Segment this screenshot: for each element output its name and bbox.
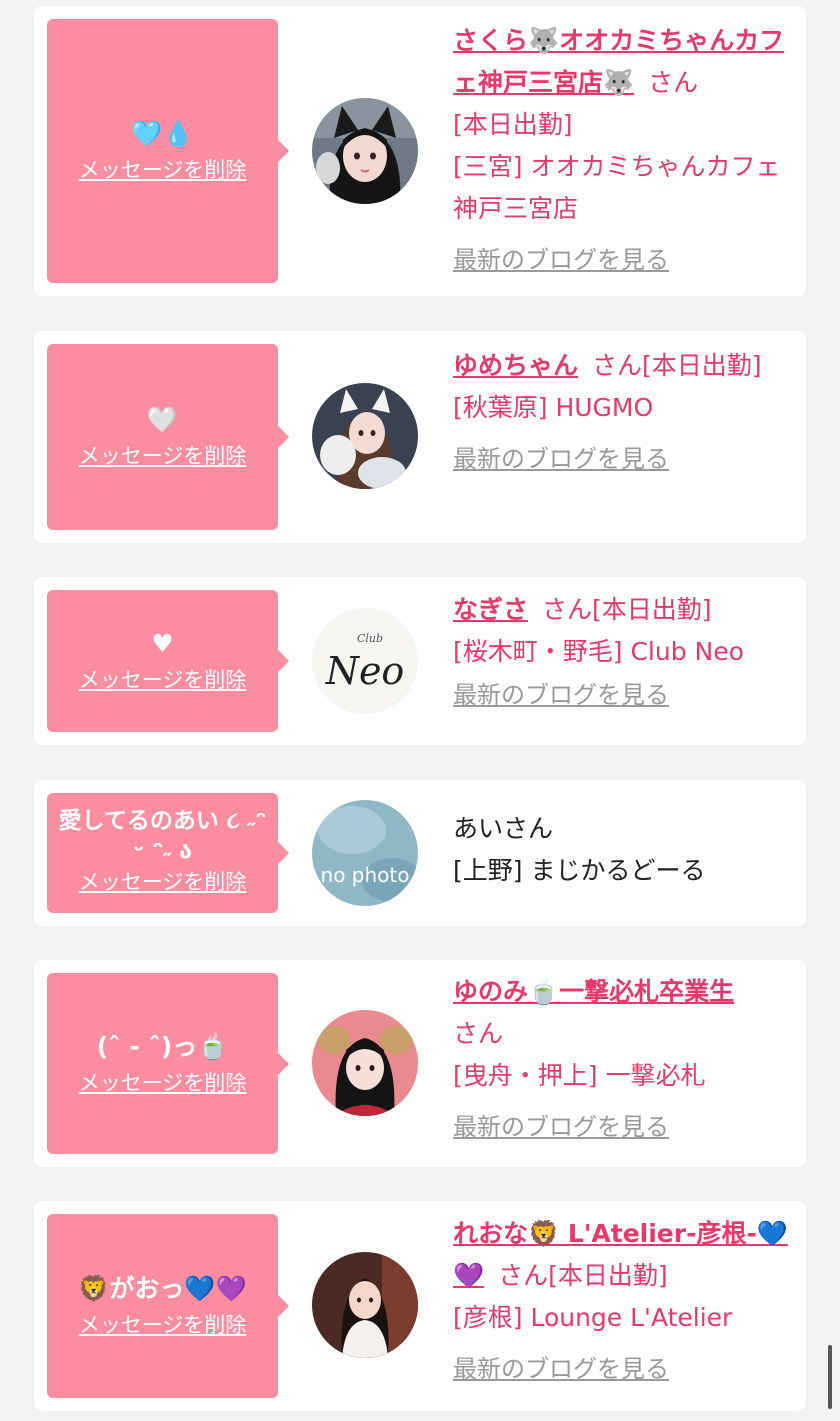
san-suffix: さん (503, 814, 554, 843)
cast-info: なぎさ さん[本日出勤] [桜木町・野毛] Club Neo 最新のブログを見る (453, 589, 798, 711)
avatar[interactable] (312, 1252, 418, 1358)
shop-label: [上野] まじかるどーる (453, 856, 706, 885)
delete-message-button[interactable]: メッセージを削除 (79, 156, 247, 184)
list-item: 🦁がおっ💙💜 メッセージを削除 れおな🦁 L'Atelier-彦根-💙💜 さん[本… (34, 1201, 806, 1411)
neo-text: Neo (325, 649, 405, 693)
shop-label: [彦根] Lounge L'Atelier (453, 1303, 733, 1332)
delete-message-button[interactable]: メッセージを削除 (79, 1311, 247, 1339)
list-item: 🩵💧 メッセージを削除 さくら🐺オオカミちゃんカフェ神戸三宮店🐺 さん [本日出勤… (34, 6, 806, 296)
message-bubble: ♥ メッセージを削除 (47, 590, 289, 732)
cast-name-link[interactable]: ゆめちゃん (453, 351, 578, 380)
cast-info: さくら🐺オオカミちゃんカフェ神戸三宮店🐺 さん [本日出勤] [三宮] オオカミち… (453, 20, 798, 276)
scrollbar[interactable] (828, 1345, 832, 1409)
cast-info: れおな🦁 L'Atelier-彦根-💙💜 さん[本日出勤] [彦根] Lounge… (453, 1213, 798, 1385)
san-suffix: さん (592, 351, 643, 380)
cast-info: ゆめちゃん さん[本日出勤] [秋葉原] HUGMO 最新のブログを見る (453, 345, 798, 475)
no-photo-avatar-icon: no photo (312, 800, 418, 906)
message-bubble: (ˆ⁠ ⁠-⁠ ⁠ˆ⁠)っ🍵 メッセージを削除 (47, 973, 289, 1154)
san-suffix: さん (648, 68, 699, 97)
cast-name-link[interactable]: さくら🐺オオカミちゃんカフェ神戸三宮店🐺 (453, 26, 784, 97)
latest-blog-link[interactable]: 最新のブログを見る (453, 1353, 798, 1385)
list-item: (ˆ⁠ ⁠-⁠ ⁠ˆ⁠)っ🍵 メッセージを削除 ゆのみ🍵一撃必札卒業生 さん [… (34, 960, 806, 1167)
avatar[interactable] (312, 383, 418, 489)
delete-message-button[interactable]: メッセージを削除 (79, 442, 247, 470)
message-text: 🤍 (146, 405, 179, 434)
cast-info: あいさん [上野] まじかるどーる (453, 808, 798, 892)
shop-label: [三宮] オオカミちゃんカフェ神戸三宮店 (453, 152, 781, 223)
favorite-cast-message-list: 🩵💧 メッセージを削除 さくら🐺オオカミちゃんカフェ神戸三宮店🐺 さん [本日出勤… (0, 0, 840, 1421)
message-text: 🩵💧 (131, 119, 194, 148)
san-suffix: さん (498, 1261, 549, 1290)
list-item: 🤍 メッセージを削除 ゆめちゃん さん[本日出勤] [秋葉原] HUGMO 最新の… (34, 331, 806, 543)
latest-blog-link[interactable]: 最新のブログを見る (453, 244, 798, 276)
latest-blog-link[interactable]: 最新のブログを見る (453, 443, 798, 475)
delete-message-button[interactable]: メッセージを削除 (79, 868, 247, 896)
status-badge: [本日出勤] (453, 110, 573, 139)
shop-label: [桜木町・野毛] Club Neo (453, 637, 744, 666)
message-bubble: 🩵💧 メッセージを削除 (47, 19, 289, 283)
avatar[interactable] (312, 98, 418, 204)
cast-name: あい (453, 814, 504, 843)
message-bubble: 🦁がおっ💙💜 メッセージを削除 (47, 1214, 289, 1398)
shop-label: [曳舟・押上] 一撃必札 (453, 1061, 706, 1090)
latest-blog-link[interactable]: 最新のブログを見る (453, 1111, 798, 1143)
message-bubble: 🤍 メッセージを削除 (47, 344, 289, 530)
girl-in-white-dress-avatar-icon (312, 1252, 418, 1358)
club-neo-logo-avatar-icon: Club Neo (312, 608, 418, 714)
no-photo-text: no photo (321, 863, 410, 887)
cast-name-link[interactable]: ゆのみ🍵一撃必札卒業生 (453, 977, 734, 1006)
girl-with-horns-avatar-icon (312, 1010, 418, 1116)
girl-with-cat-ears-avatar-icon (312, 98, 418, 204)
status-badge: [本日出勤] (592, 595, 712, 624)
delete-message-button[interactable]: メッセージを削除 (79, 666, 247, 694)
avatar[interactable]: Club Neo (312, 608, 418, 714)
list-item: ♥ メッセージを削除 Club Neo なぎさ さん[本日出勤] [桜木町・野毛]… (34, 577, 806, 745)
message-text: (ˆ⁠ ⁠-⁠ ⁠ˆ⁠)っ🍵 (96, 1031, 229, 1061)
san-suffix: さん (453, 1019, 504, 1048)
club-text: Club (357, 632, 383, 645)
cast-name-link[interactable]: なぎさ (453, 595, 528, 624)
status-badge: [本日出勤] (548, 1261, 668, 1290)
message-text: ♥ (151, 629, 174, 658)
avatar[interactable] (312, 1010, 418, 1116)
status-badge: [本日出勤] (642, 351, 762, 380)
latest-blog-link[interactable]: 最新のブログを見る (453, 679, 798, 711)
message-bubble: 愛してるのあい ૮ ˶ᵔ ᵕ ᵔ˶ ა メッセージを削除 (47, 793, 289, 913)
cast-info: ゆのみ🍵一撃必札卒業生 さん [曳舟・押上] 一撃必札 最新のブログを見る (453, 971, 798, 1143)
shop-label: [秋葉原] HUGMO (453, 393, 654, 422)
avatar[interactable]: no photo (312, 800, 418, 906)
delete-message-button[interactable]: メッセージを削除 (79, 1069, 247, 1097)
message-text: 🦁がおっ💙💜 (78, 1274, 247, 1303)
list-item: 愛してるのあい ૮ ˶ᵔ ᵕ ᵔ˶ ა メッセージを削除 no photo あい… (34, 780, 806, 926)
san-suffix: さん (542, 595, 593, 624)
girl-with-plush-avatar-icon (312, 383, 418, 489)
message-text: 愛してるのあい ૮ ˶ᵔ ᵕ ᵔ˶ ა (58, 808, 267, 864)
